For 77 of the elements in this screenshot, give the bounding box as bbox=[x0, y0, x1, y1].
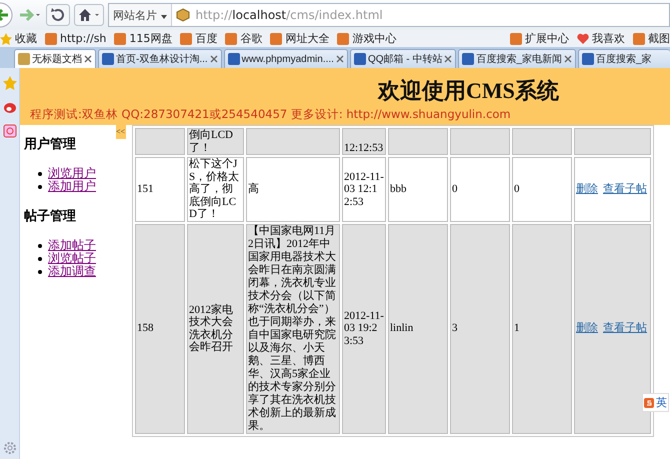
bookmark-link[interactable]: 游戏中心 bbox=[337, 31, 396, 46]
bookmark-link[interactable]: http://sh bbox=[45, 32, 106, 45]
section-heading: 帖子管理 bbox=[24, 207, 77, 225]
favicon-icon bbox=[633, 32, 645, 44]
table-cell-text: linlin bbox=[390, 322, 414, 334]
favicon-icon bbox=[510, 32, 522, 44]
bookmark-link[interactable]: 收藏 bbox=[0, 31, 37, 46]
action-link[interactable]: 删除 bbox=[576, 183, 598, 196]
action-link[interactable]: 查看子帖 bbox=[603, 183, 647, 196]
bookmark-link[interactable]: 百度 bbox=[180, 31, 218, 46]
favicon-icon bbox=[102, 53, 114, 65]
bookmark-link[interactable]: 谷歌 bbox=[225, 31, 262, 46]
favicon-icon bbox=[582, 53, 594, 65]
sidebar-link[interactable]: 添加帖子 bbox=[48, 239, 96, 252]
bookmark-link[interactable]: 115网盘 bbox=[114, 31, 172, 46]
table-cell-text: 3 bbox=[452, 322, 458, 334]
table-cell-text: 2012-11-03 12:12:53 bbox=[344, 170, 384, 208]
bookmark-link[interactable]: 扩展中心 bbox=[510, 31, 569, 46]
favicon-icon bbox=[354, 53, 366, 65]
browser-tab[interactable]: 首页-双鱼林设计淘... bbox=[98, 49, 222, 68]
browser-tab[interactable]: 百度搜索_家电新闻 bbox=[458, 49, 576, 68]
star-icon bbox=[0, 32, 12, 44]
reload-button[interactable] bbox=[46, 4, 70, 26]
close-icon[interactable] bbox=[564, 55, 572, 63]
table-cell-text: 12:12:53 bbox=[344, 142, 384, 154]
browser-tab[interactable]: QQ邮箱 - 中转站 bbox=[350, 49, 456, 68]
close-icon[interactable] bbox=[84, 55, 92, 63]
action-link[interactable]: 删除 bbox=[576, 322, 598, 335]
browser-tab[interactable]: www.phpmyadmin.... bbox=[224, 49, 348, 68]
home-button[interactable] bbox=[74, 4, 104, 26]
favicon-icon bbox=[225, 32, 238, 44]
bullet-icon bbox=[38, 270, 42, 274]
table-cell-text: 松下这个JS，价格太高了，彻底倒向LCD了！ bbox=[189, 158, 240, 220]
ime-indicator[interactable]: 英 bbox=[642, 393, 669, 412]
collapse-toggle[interactable]: << bbox=[116, 125, 126, 139]
sidebar-link[interactable]: 添加调查 bbox=[48, 265, 96, 278]
bookmark-link[interactable]: 网址大全 bbox=[270, 31, 330, 46]
section-heading: 用户管理 bbox=[24, 135, 77, 153]
bullet-icon bbox=[38, 184, 42, 188]
bullet-icon bbox=[38, 172, 42, 176]
table-cell-text: 1 bbox=[514, 322, 520, 334]
table-cell-text: 高 bbox=[248, 182, 259, 195]
table-cell-text: 0 bbox=[452, 183, 458, 195]
table-cell-text: 倒向LCD了！ bbox=[189, 129, 233, 154]
favicon-icon bbox=[45, 32, 57, 44]
favicon-icon bbox=[337, 32, 350, 44]
page-title: 欢迎使用CMS系统 bbox=[378, 77, 560, 105]
favicon-icon bbox=[462, 53, 474, 65]
close-icon[interactable] bbox=[444, 55, 452, 63]
header-subtitle: 程序测试:双鱼林 QQ:287307421或254540457 更多设计: http://www.shuangyulin.com bbox=[30, 107, 512, 122]
table-cell-text: 0 bbox=[514, 183, 520, 195]
close-icon[interactable] bbox=[336, 55, 344, 63]
favicon-icon bbox=[228, 53, 240, 65]
close-icon[interactable] bbox=[210, 55, 218, 63]
bookmark-link[interactable]: 截图 bbox=[633, 31, 670, 46]
table-cell-text: 151 bbox=[137, 183, 154, 195]
star-icon[interactable] bbox=[2, 76, 16, 90]
table-cell-text: 2012-11-03 19:23:53 bbox=[344, 310, 384, 347]
heart-icon bbox=[577, 32, 589, 44]
favicon-icon bbox=[270, 32, 282, 44]
sidebar-link[interactable]: 浏览帖子 bbox=[48, 252, 96, 265]
favicon-icon bbox=[18, 53, 30, 65]
bullet-icon bbox=[38, 256, 42, 260]
table-cell-text: 【中国家电网11月2日讯】2012年中国家用电器技术大会昨日在南京圆满闭幕，洗衣机专业技术分会（以下简称“洗衣机分会”）也于同期举办，来自中国家电研究院以及海尔、小天鹅、三星、博西华、汉高5家企业的技术专家分别分享了其在洗衣机技术创新上的最新成果。 bbox=[248, 224, 336, 432]
browser-tab[interactable]: 百度搜索_家 bbox=[578, 49, 670, 68]
favicon-icon bbox=[114, 32, 126, 44]
action-link[interactable]: 查看子帖 bbox=[603, 322, 647, 335]
table-cell-text: 2012家电技术大会洗衣机分会昨召开 bbox=[189, 304, 233, 353]
table-cell-text: bbb bbox=[390, 183, 406, 195]
table-cell-text: 158 bbox=[137, 322, 154, 334]
favicon-icon bbox=[180, 32, 192, 44]
back-button[interactable] bbox=[0, 2, 14, 28]
browser-tab[interactable]: 无标题文档 bbox=[14, 49, 96, 68]
sidebar-link[interactable]: 添加用户 bbox=[48, 180, 96, 193]
bullet-icon bbox=[38, 244, 42, 248]
bookmark-link[interactable]: 我喜欢 bbox=[577, 31, 625, 46]
sidebar-link[interactable]: 浏览用户 bbox=[48, 167, 96, 180]
